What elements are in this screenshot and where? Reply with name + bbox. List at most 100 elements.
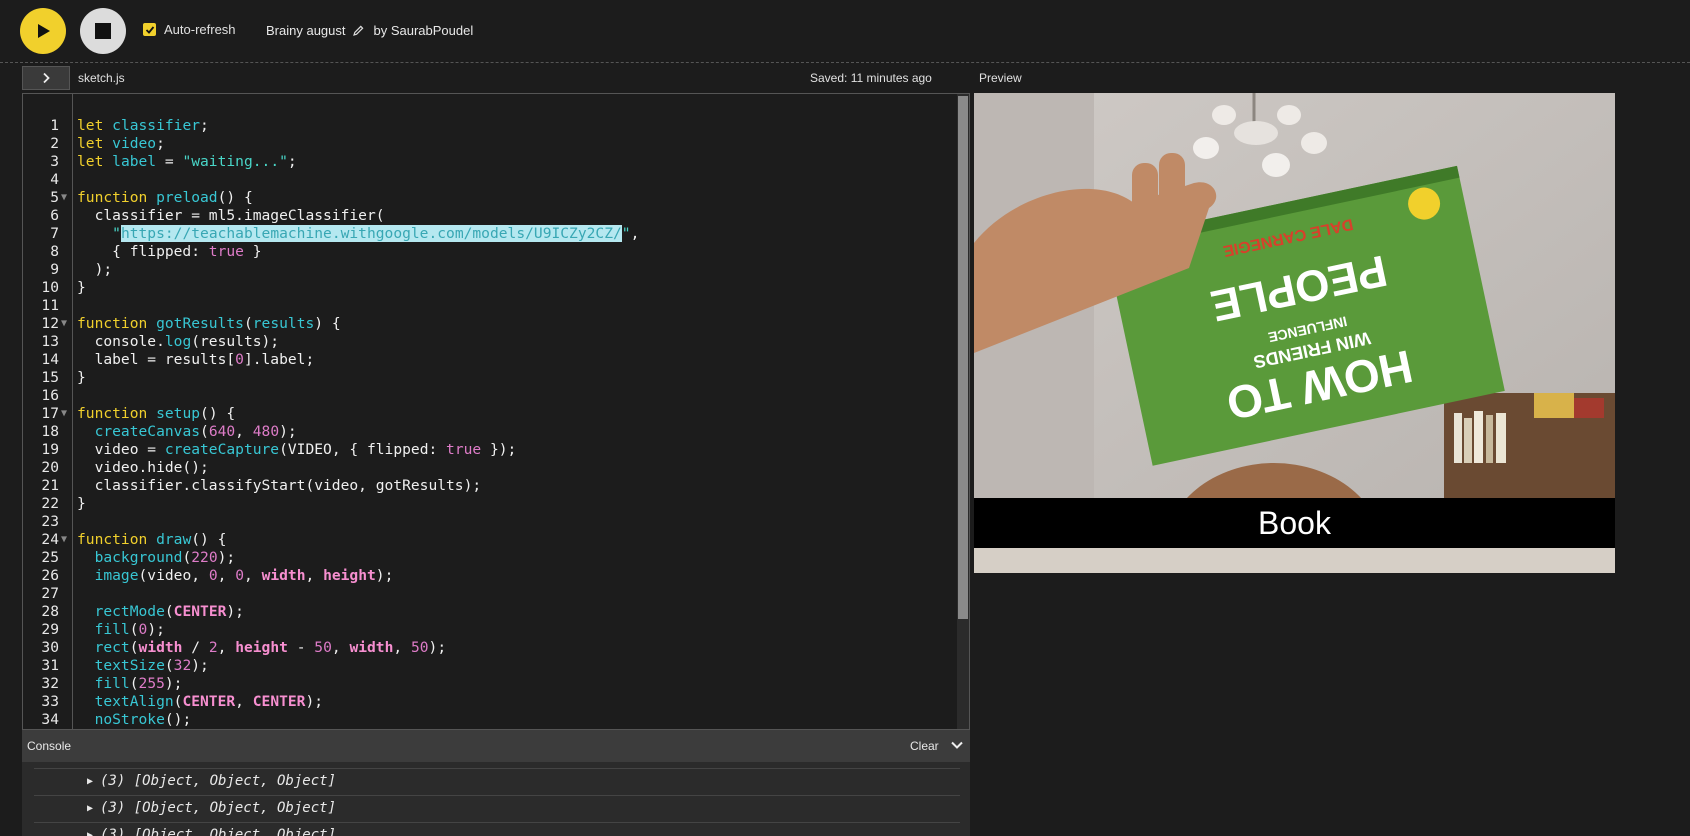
code-text[interactable]: { flipped: true } — [77, 243, 261, 261]
code-line[interactable]: 23 — [23, 513, 959, 531]
code-text[interactable]: function setup() { — [77, 405, 235, 423]
code-line[interactable]: 14 label = results[0].label; — [23, 351, 959, 369]
fold-arrow-icon[interactable]: ▼ — [61, 531, 67, 549]
code-line[interactable]: 34 noStroke(); — [23, 711, 959, 729]
author-link[interactable]: by SaurabPoudel — [374, 23, 474, 38]
play-button[interactable] — [20, 8, 66, 54]
code-line[interactable]: 17 ▼ function setup() { — [23, 405, 959, 423]
code-text[interactable]: fill(255); — [77, 675, 183, 693]
console-message: (3) [Object, Object, Object] — [100, 800, 337, 816]
sidebar-toggle-button[interactable] — [22, 66, 70, 90]
code-line[interactable]: 7 "https://teachablemachine.withgoogle.c… — [23, 225, 959, 243]
code-text[interactable]: noStroke(); — [77, 711, 192, 729]
line-number: 1 — [50, 117, 59, 134]
code-line[interactable]: 9 ); — [23, 261, 959, 279]
code-lines[interactable]: 1 let classifier; 2 let video; 3 let label = … — [23, 117, 959, 729]
code-text[interactable]: console.log(results); — [77, 333, 280, 351]
file-tab-name[interactable]: sketch.js — [78, 71, 125, 85]
code-text[interactable]: textAlign(CENTER, CENTER); — [77, 693, 323, 711]
code-text[interactable]: classifier = ml5.imageClassifier( — [77, 207, 385, 225]
code-editor[interactable]: 1 let classifier; 2 let video; 3 let label = … — [22, 93, 970, 730]
code-text[interactable]: label = results[0].label; — [77, 351, 315, 369]
code-text[interactable]: createCanvas(640, 480); — [77, 423, 297, 441]
sketch-title[interactable]: Brainy august by SaurabPoudel — [266, 23, 473, 38]
console-row[interactable]: ▶ (3) [Object, Object, Object] — [34, 822, 960, 836]
code-line[interactable]: 15} — [23, 369, 959, 387]
console-clear-button[interactable]: Clear — [910, 739, 939, 753]
editor-scrollbar[interactable] — [957, 94, 969, 729]
code-text[interactable]: } — [77, 279, 86, 297]
chevron-down-icon[interactable] — [950, 738, 964, 757]
chevron-right-icon — [43, 72, 50, 84]
line-number: 6 — [50, 207, 59, 224]
code-line[interactable]: 19 video = createCapture(VIDEO, { flippe… — [23, 441, 959, 459]
code-text[interactable]: background(220); — [77, 549, 236, 567]
code-line[interactable]: 21 classifier.classifyStart(video, gotRe… — [23, 477, 959, 495]
code-line[interactable]: 31 textSize(32); — [23, 657, 959, 675]
code-line[interactable]: 2 let video; — [23, 135, 959, 153]
code-line[interactable]: 12 ▼ function gotResults(results) { — [23, 315, 959, 333]
expand-triangle-icon[interactable]: ▶ — [87, 795, 93, 822]
code-line[interactable]: 33 textAlign(CENTER, CENTER); — [23, 693, 959, 711]
expand-triangle-icon[interactable]: ▶ — [87, 822, 93, 836]
code-line[interactable]: 24 ▼ function draw() { — [23, 531, 959, 549]
fold-arrow-icon[interactable]: ▼ — [61, 189, 67, 207]
code-text[interactable]: textSize(32); — [77, 657, 209, 675]
code-text[interactable]: ); — [77, 261, 113, 279]
code-line[interactable]: 22} — [23, 495, 959, 513]
auto-refresh-checkbox[interactable] — [143, 23, 156, 36]
code-text[interactable]: "https://teachablemachine.withgoogle.com… — [77, 225, 639, 243]
sketch-preview-canvas[interactable]: HOW TO WIN FRIENDS INFLUENCE PEOPLE DALE… — [974, 93, 1615, 573]
code-text[interactable]: let classifier; — [77, 117, 209, 135]
code-text[interactable]: } — [77, 369, 86, 387]
console-row[interactable]: ▶ (3) [Object, Object, Object] — [34, 795, 960, 823]
code-text[interactable]: let video; — [77, 135, 165, 153]
code-line[interactable]: 4 — [23, 171, 959, 189]
code-line[interactable]: 20 video.hide(); — [23, 459, 959, 477]
code-text[interactable]: function draw() { — [77, 531, 226, 549]
pencil-icon[interactable] — [352, 25, 364, 36]
editor-scrollbar-thumb[interactable] — [958, 96, 968, 619]
console-message: (3) [Object, Object, Object] — [100, 773, 337, 789]
preview-label: Preview — [979, 71, 1022, 85]
code-line[interactable]: 28 rectMode(CENTER); — [23, 603, 959, 621]
code-line[interactable]: 13 console.log(results); — [23, 333, 959, 351]
code-line[interactable]: 3 let label = "waiting..."; — [23, 153, 959, 171]
stop-button[interactable] — [80, 8, 126, 54]
fold-arrow-icon[interactable]: ▼ — [61, 315, 67, 333]
code-text[interactable]: function gotResults(results) { — [77, 315, 341, 333]
code-text[interactable]: video.hide(); — [77, 459, 209, 477]
code-line[interactable]: 10} — [23, 279, 959, 297]
code-text[interactable]: let label = "waiting..."; — [77, 153, 297, 171]
code-line[interactable]: 1 let classifier; — [23, 117, 959, 135]
code-text[interactable]: rect(width / 2, height - 50, width, 50); — [77, 639, 447, 657]
console-output[interactable]: ▶ (3) [Object, Object, Object] ▶ (3) [Ob… — [22, 762, 970, 836]
line-number: 26 — [41, 567, 59, 584]
code-line[interactable]: 32 fill(255); — [23, 675, 959, 693]
code-line[interactable]: 8 { flipped: true } — [23, 243, 959, 261]
code-text[interactable]: classifier.classifyStart(video, gotResul… — [77, 477, 482, 495]
sketch-name[interactable]: Brainy august — [266, 23, 346, 38]
console-row[interactable]: ▶ (3) [Object, Object, Object] — [34, 768, 960, 796]
code-line[interactable]: 30 rect(width / 2, height - 50, width, 5… — [23, 639, 959, 657]
code-line[interactable]: 27 — [23, 585, 959, 603]
code-text[interactable]: rectMode(CENTER); — [77, 603, 244, 621]
auto-refresh-toggle[interactable]: Auto-refresh — [143, 22, 236, 37]
line-number: 34 — [41, 711, 59, 728]
code-text[interactable]: } — [77, 495, 86, 513]
code-line[interactable]: 18 createCanvas(640, 480); — [23, 423, 959, 441]
code-line[interactable]: 5 ▼ function preload() { — [23, 189, 959, 207]
code-line[interactable]: 11 — [23, 297, 959, 315]
code-text[interactable]: fill(0); — [77, 621, 165, 639]
code-text[interactable]: video = createCapture(VIDEO, { flipped: … — [77, 441, 517, 459]
code-text[interactable]: function preload() { — [77, 189, 253, 207]
code-line[interactable]: 6 classifier = ml5.imageClassifier( — [23, 207, 959, 225]
expand-triangle-icon[interactable]: ▶ — [87, 768, 93, 795]
console-message: (3) [Object, Object, Object] — [100, 827, 337, 836]
code-line[interactable]: 29 fill(0); — [23, 621, 959, 639]
code-line[interactable]: 16 — [23, 387, 959, 405]
fold-arrow-icon[interactable]: ▼ — [61, 405, 67, 423]
code-text[interactable]: image(video, 0, 0, width, height); — [77, 567, 394, 585]
code-line[interactable]: 25 background(220); — [23, 549, 959, 567]
code-line[interactable]: 26 image(video, 0, 0, width, height); — [23, 567, 959, 585]
